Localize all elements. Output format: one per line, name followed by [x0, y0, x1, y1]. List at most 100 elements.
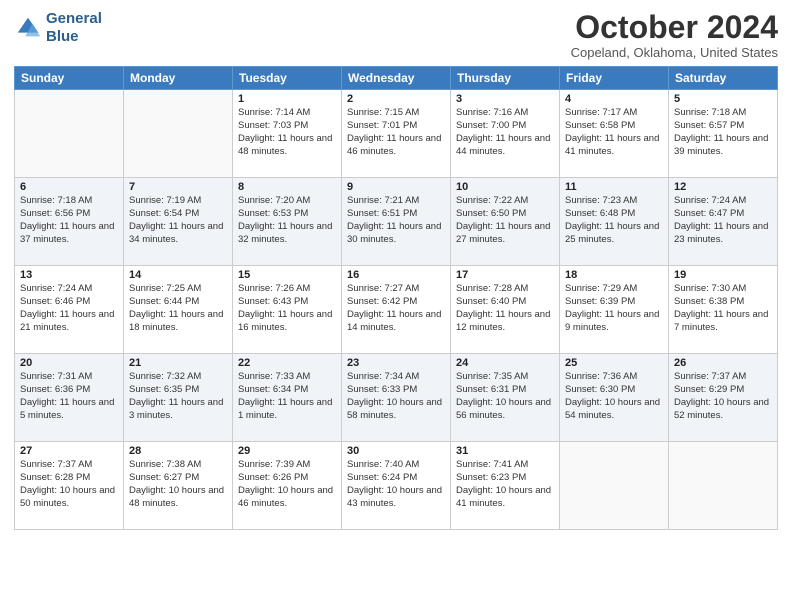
day-number: 21 — [129, 357, 227, 369]
calendar-table: SundayMondayTuesdayWednesdayThursdayFrid… — [14, 66, 778, 530]
day-number: 26 — [674, 357, 772, 369]
day-number: 9 — [347, 181, 445, 193]
day-number: 8 — [238, 181, 336, 193]
col-header-monday: Monday — [124, 67, 233, 90]
day-number: 14 — [129, 269, 227, 281]
day-info: Sunrise: 7:14 AM Sunset: 7:03 PM Dayligh… — [238, 107, 336, 158]
col-header-thursday: Thursday — [451, 67, 560, 90]
day-number: 3 — [456, 93, 554, 105]
day-number: 7 — [129, 181, 227, 193]
day-info: Sunrise: 7:18 AM Sunset: 6:56 PM Dayligh… — [20, 195, 118, 246]
week-row-3: 13 Sunrise: 7:24 AM Sunset: 6:46 PM Dayli… — [15, 266, 778, 354]
calendar-cell: 12 Sunrise: 7:24 AM Sunset: 6:47 PM Dayli… — [669, 178, 778, 266]
day-info: Sunrise: 7:17 AM Sunset: 6:58 PM Dayligh… — [565, 107, 663, 158]
day-info: Sunrise: 7:15 AM Sunset: 7:01 PM Dayligh… — [347, 107, 445, 158]
calendar-cell: 14 Sunrise: 7:25 AM Sunset: 6:44 PM Dayli… — [124, 266, 233, 354]
page: General Blue October 2024 Copeland, Okla… — [0, 0, 792, 612]
day-info: Sunrise: 7:38 AM Sunset: 6:27 PM Dayligh… — [129, 459, 227, 510]
day-number: 22 — [238, 357, 336, 369]
day-info: Sunrise: 7:36 AM Sunset: 6:30 PM Dayligh… — [565, 371, 663, 422]
calendar-cell: 4 Sunrise: 7:17 AM Sunset: 6:58 PM Daylig… — [560, 90, 669, 178]
day-number: 29 — [238, 445, 336, 457]
day-number: 12 — [674, 181, 772, 193]
day-number: 27 — [20, 445, 118, 457]
col-header-tuesday: Tuesday — [233, 67, 342, 90]
day-number: 17 — [456, 269, 554, 281]
calendar-cell: 13 Sunrise: 7:24 AM Sunset: 6:46 PM Dayli… — [15, 266, 124, 354]
logo-line2: Blue — [46, 28, 102, 46]
calendar-cell: 25 Sunrise: 7:36 AM Sunset: 6:30 PM Dayli… — [560, 354, 669, 442]
calendar-cell: 7Sunrise: 7:19 AM Sunset: 6:54 PM Daylig… — [124, 178, 233, 266]
calendar-cell: 21 Sunrise: 7:32 AM Sunset: 6:35 PM Dayli… — [124, 354, 233, 442]
logo: General Blue — [14, 10, 102, 46]
day-info: Sunrise: 7:30 AM Sunset: 6:38 PM Dayligh… — [674, 283, 772, 334]
calendar-cell: 31Sunrise: 7:41 AM Sunset: 6:23 PM Dayli… — [451, 442, 560, 530]
calendar-cell: 23Sunrise: 7:34 AM Sunset: 6:33 PM Dayli… — [342, 354, 451, 442]
header-row: SundayMondayTuesdayWednesdayThursdayFrid… — [15, 67, 778, 90]
day-info: Sunrise: 7:33 AM Sunset: 6:34 PM Dayligh… — [238, 371, 336, 422]
day-info: Sunrise: 7:21 AM Sunset: 6:51 PM Dayligh… — [347, 195, 445, 246]
day-info: Sunrise: 7:25 AM Sunset: 6:44 PM Dayligh… — [129, 283, 227, 334]
calendar-cell: 10Sunrise: 7:22 AM Sunset: 6:50 PM Dayli… — [451, 178, 560, 266]
calendar-cell: 19Sunrise: 7:30 AM Sunset: 6:38 PM Dayli… — [669, 266, 778, 354]
day-number: 15 — [238, 269, 336, 281]
month-title: October 2024 — [571, 10, 778, 45]
day-number: 11 — [565, 181, 663, 193]
day-number: 16 — [347, 269, 445, 281]
day-number: 2 — [347, 93, 445, 105]
day-number: 5 — [674, 93, 772, 105]
day-info: Sunrise: 7:27 AM Sunset: 6:42 PM Dayligh… — [347, 283, 445, 334]
day-number: 4 — [565, 93, 663, 105]
day-info: Sunrise: 7:20 AM Sunset: 6:53 PM Dayligh… — [238, 195, 336, 246]
week-row-2: 6Sunrise: 7:18 AM Sunset: 6:56 PM Daylig… — [15, 178, 778, 266]
day-info: Sunrise: 7:32 AM Sunset: 6:35 PM Dayligh… — [129, 371, 227, 422]
header: General Blue October 2024 Copeland, Okla… — [14, 10, 778, 60]
day-number: 23 — [347, 357, 445, 369]
day-info: Sunrise: 7:23 AM Sunset: 6:48 PM Dayligh… — [565, 195, 663, 246]
calendar-cell: 27 Sunrise: 7:37 AM Sunset: 6:28 PM Dayli… — [15, 442, 124, 530]
calendar-cell: 2 Sunrise: 7:15 AM Sunset: 7:01 PM Daylig… — [342, 90, 451, 178]
day-number: 13 — [20, 269, 118, 281]
day-number: 31 — [456, 445, 554, 457]
calendar-cell — [124, 90, 233, 178]
calendar-cell: 30Sunrise: 7:40 AM Sunset: 6:24 PM Dayli… — [342, 442, 451, 530]
calendar-cell: 29 Sunrise: 7:39 AM Sunset: 6:26 PM Dayli… — [233, 442, 342, 530]
day-number: 20 — [20, 357, 118, 369]
day-info: Sunrise: 7:37 AM Sunset: 6:28 PM Dayligh… — [20, 459, 118, 510]
day-info: Sunrise: 7:24 AM Sunset: 6:46 PM Dayligh… — [20, 283, 118, 334]
calendar-cell: 20Sunrise: 7:31 AM Sunset: 6:36 PM Dayli… — [15, 354, 124, 442]
week-row-4: 20Sunrise: 7:31 AM Sunset: 6:36 PM Dayli… — [15, 354, 778, 442]
day-info: Sunrise: 7:29 AM Sunset: 6:39 PM Dayligh… — [565, 283, 663, 334]
calendar-cell: 5 Sunrise: 7:18 AM Sunset: 6:57 PM Daylig… — [669, 90, 778, 178]
logo-line1: General — [46, 10, 102, 28]
calendar-cell: 3 Sunrise: 7:16 AM Sunset: 7:00 PM Daylig… — [451, 90, 560, 178]
title-block: October 2024 Copeland, Oklahoma, United … — [571, 10, 778, 60]
calendar-cell: 16 Sunrise: 7:27 AM Sunset: 6:42 PM Dayli… — [342, 266, 451, 354]
day-number: 28 — [129, 445, 227, 457]
day-info: Sunrise: 7:18 AM Sunset: 6:57 PM Dayligh… — [674, 107, 772, 158]
day-info: Sunrise: 7:26 AM Sunset: 6:43 PM Dayligh… — [238, 283, 336, 334]
col-header-wednesday: Wednesday — [342, 67, 451, 90]
week-row-1: 1 Sunrise: 7:14 AM Sunset: 7:03 PM Daylig… — [15, 90, 778, 178]
col-header-sunday: Sunday — [15, 67, 124, 90]
day-info: Sunrise: 7:28 AM Sunset: 6:40 PM Dayligh… — [456, 283, 554, 334]
calendar-cell: 6Sunrise: 7:18 AM Sunset: 6:56 PM Daylig… — [15, 178, 124, 266]
day-info: Sunrise: 7:24 AM Sunset: 6:47 PM Dayligh… — [674, 195, 772, 246]
col-header-friday: Friday — [560, 67, 669, 90]
calendar-cell: 11 Sunrise: 7:23 AM Sunset: 6:48 PM Dayli… — [560, 178, 669, 266]
calendar-cell: 26Sunrise: 7:37 AM Sunset: 6:29 PM Dayli… — [669, 354, 778, 442]
day-info: Sunrise: 7:39 AM Sunset: 6:26 PM Dayligh… — [238, 459, 336, 510]
day-info: Sunrise: 7:16 AM Sunset: 7:00 PM Dayligh… — [456, 107, 554, 158]
day-number: 24 — [456, 357, 554, 369]
calendar-cell — [669, 442, 778, 530]
logo-icon — [14, 14, 42, 42]
calendar-cell: 24Sunrise: 7:35 AM Sunset: 6:31 PM Dayli… — [451, 354, 560, 442]
calendar-cell — [560, 442, 669, 530]
day-number: 1 — [238, 93, 336, 105]
day-number: 25 — [565, 357, 663, 369]
day-number: 18 — [565, 269, 663, 281]
calendar-cell: 28 Sunrise: 7:38 AM Sunset: 6:27 PM Dayli… — [124, 442, 233, 530]
calendar-cell: 17 Sunrise: 7:28 AM Sunset: 6:40 PM Dayli… — [451, 266, 560, 354]
col-header-saturday: Saturday — [669, 67, 778, 90]
logo-text: General Blue — [46, 10, 102, 46]
